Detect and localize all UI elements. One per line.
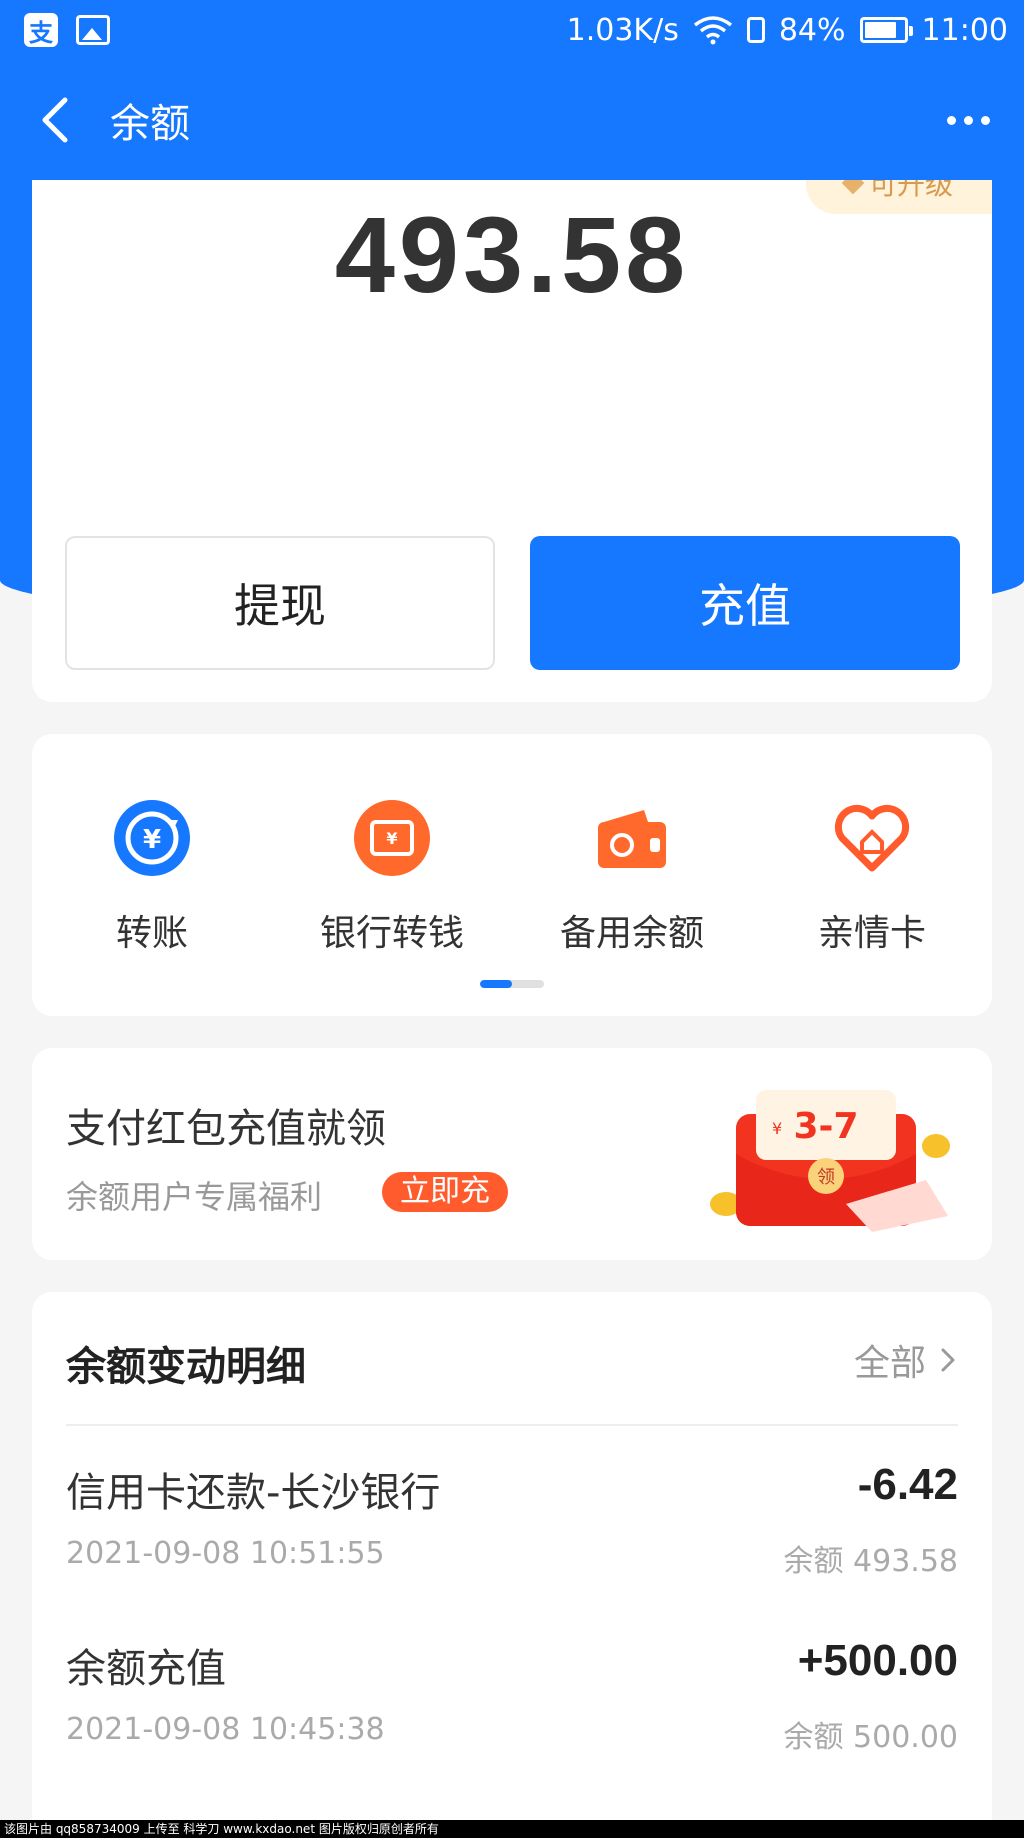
transaction-time: 2021-09-08 10:45:38 [66, 1712, 385, 1747]
view-all-link[interactable]: 全部 [854, 1334, 956, 1386]
action-transfer[interactable]: ¥ 转账 [32, 798, 272, 956]
transaction-time: 2021-09-08 10:51:55 [66, 1536, 385, 1571]
svg-text:¥: ¥ [386, 829, 397, 848]
more-button[interactable] [938, 100, 998, 140]
recharge-now-button[interactable]: 立即充 [382, 1172, 508, 1212]
action-label: 银行转钱 [319, 913, 464, 954]
wifi-icon [693, 16, 732, 45]
transfer-icon: ¥ [114, 800, 190, 876]
alipay-notification-icon: 支 [24, 13, 58, 47]
network-speed: 1.03K/s [566, 12, 679, 48]
page-indicator-active [480, 980, 512, 988]
sim-icon [746, 17, 765, 43]
chevron-left-icon [42, 97, 68, 143]
action-label: 亲情卡 [817, 913, 926, 954]
more-dot-icon [980, 115, 990, 125]
details-title: 余额变动明细 [66, 1344, 306, 1390]
red-envelope-icon: 3-7 ¥ 领 [710, 1090, 950, 1232]
action-backup-balance[interactable]: 备用余额 [512, 798, 752, 956]
quick-actions-card: ¥ 转账 ¥ 银行转钱 备用余额 亲情卡 [32, 734, 992, 1016]
divider [66, 1424, 958, 1426]
action-bank-transfer[interactable]: ¥ 银行转钱 [272, 798, 512, 956]
wallet-icon [598, 810, 666, 868]
promo-badge-currency: ¥ [772, 1119, 782, 1138]
page-indicator [480, 980, 544, 988]
status-bar: 支 1.03K/s 84% 11:00 [0, 0, 1024, 60]
bank-transfer-icon: ¥ [354, 800, 430, 876]
chevron-right-icon [941, 1348, 955, 1372]
transaction-name: 信用卡还款-长沙银行 [66, 1470, 441, 1516]
balance-card: 可升级 493.58 提现 充值 [32, 180, 992, 702]
balance-amount: 493.58 [334, 194, 690, 315]
family-card-icon [834, 804, 910, 872]
promo-badge-amount: 3-7 [793, 1106, 858, 1147]
transaction-row[interactable]: 余额充值 +500.00 2021-09-08 10:45:38 余额 500.… [66, 1636, 958, 1796]
promo-badge-action: 领 [817, 1167, 835, 1188]
transaction-amount: +500.00 [797, 1636, 958, 1685]
promo-subtitle: 余额用户专属福利 [66, 1178, 323, 1216]
image-notification-icon [76, 15, 110, 45]
view-all-label: 全部 [853, 1343, 926, 1384]
balance-details-card: 余额变动明细 全部 信用卡还款-长沙银行 -6.42 2021-09-08 10… [32, 1292, 992, 1838]
status-left: 支 [24, 13, 110, 47]
action-family-card[interactable]: 亲情卡 [752, 798, 992, 956]
recharge-button[interactable]: 充值 [530, 536, 960, 670]
action-label: 备用余额 [559, 913, 704, 954]
battery-percent: 84% [778, 12, 846, 48]
svg-text:¥: ¥ [143, 825, 161, 855]
more-dot-icon [963, 115, 973, 125]
app-header: 余额 [0, 60, 1024, 180]
promo-title: 支付红包充值就领 [66, 1106, 386, 1152]
battery-icon [859, 17, 913, 43]
battery-level [864, 22, 897, 38]
back-button[interactable] [0, 60, 110, 180]
transaction-balance: 余额 493.58 [783, 1544, 958, 1579]
more-dot-icon [946, 115, 956, 125]
transaction-name: 余额充值 [66, 1646, 226, 1692]
transaction-amount: -6.42 [857, 1460, 958, 1509]
promo-card[interactable]: 支付红包充值就领 余额用户专属福利 立即充 3-7 ¥ 领 [32, 1048, 992, 1260]
transaction-balance: 余额 500.00 [783, 1720, 958, 1755]
status-right: 1.03K/s 84% 11:00 [567, 13, 1008, 48]
page-title: 余额 [110, 101, 190, 147]
watermark-bar: 该图片由 qq858734009 上传至 科学刀 www.kxdao.net 图… [0, 1820, 1024, 1838]
transaction-row[interactable]: 信用卡还款-长沙银行 -6.42 2021-09-08 10:51:55 余额 … [66, 1460, 958, 1620]
action-label: 转账 [115, 913, 188, 954]
withdraw-button[interactable]: 提现 [65, 536, 495, 670]
clock: 11:00 [921, 12, 1008, 48]
